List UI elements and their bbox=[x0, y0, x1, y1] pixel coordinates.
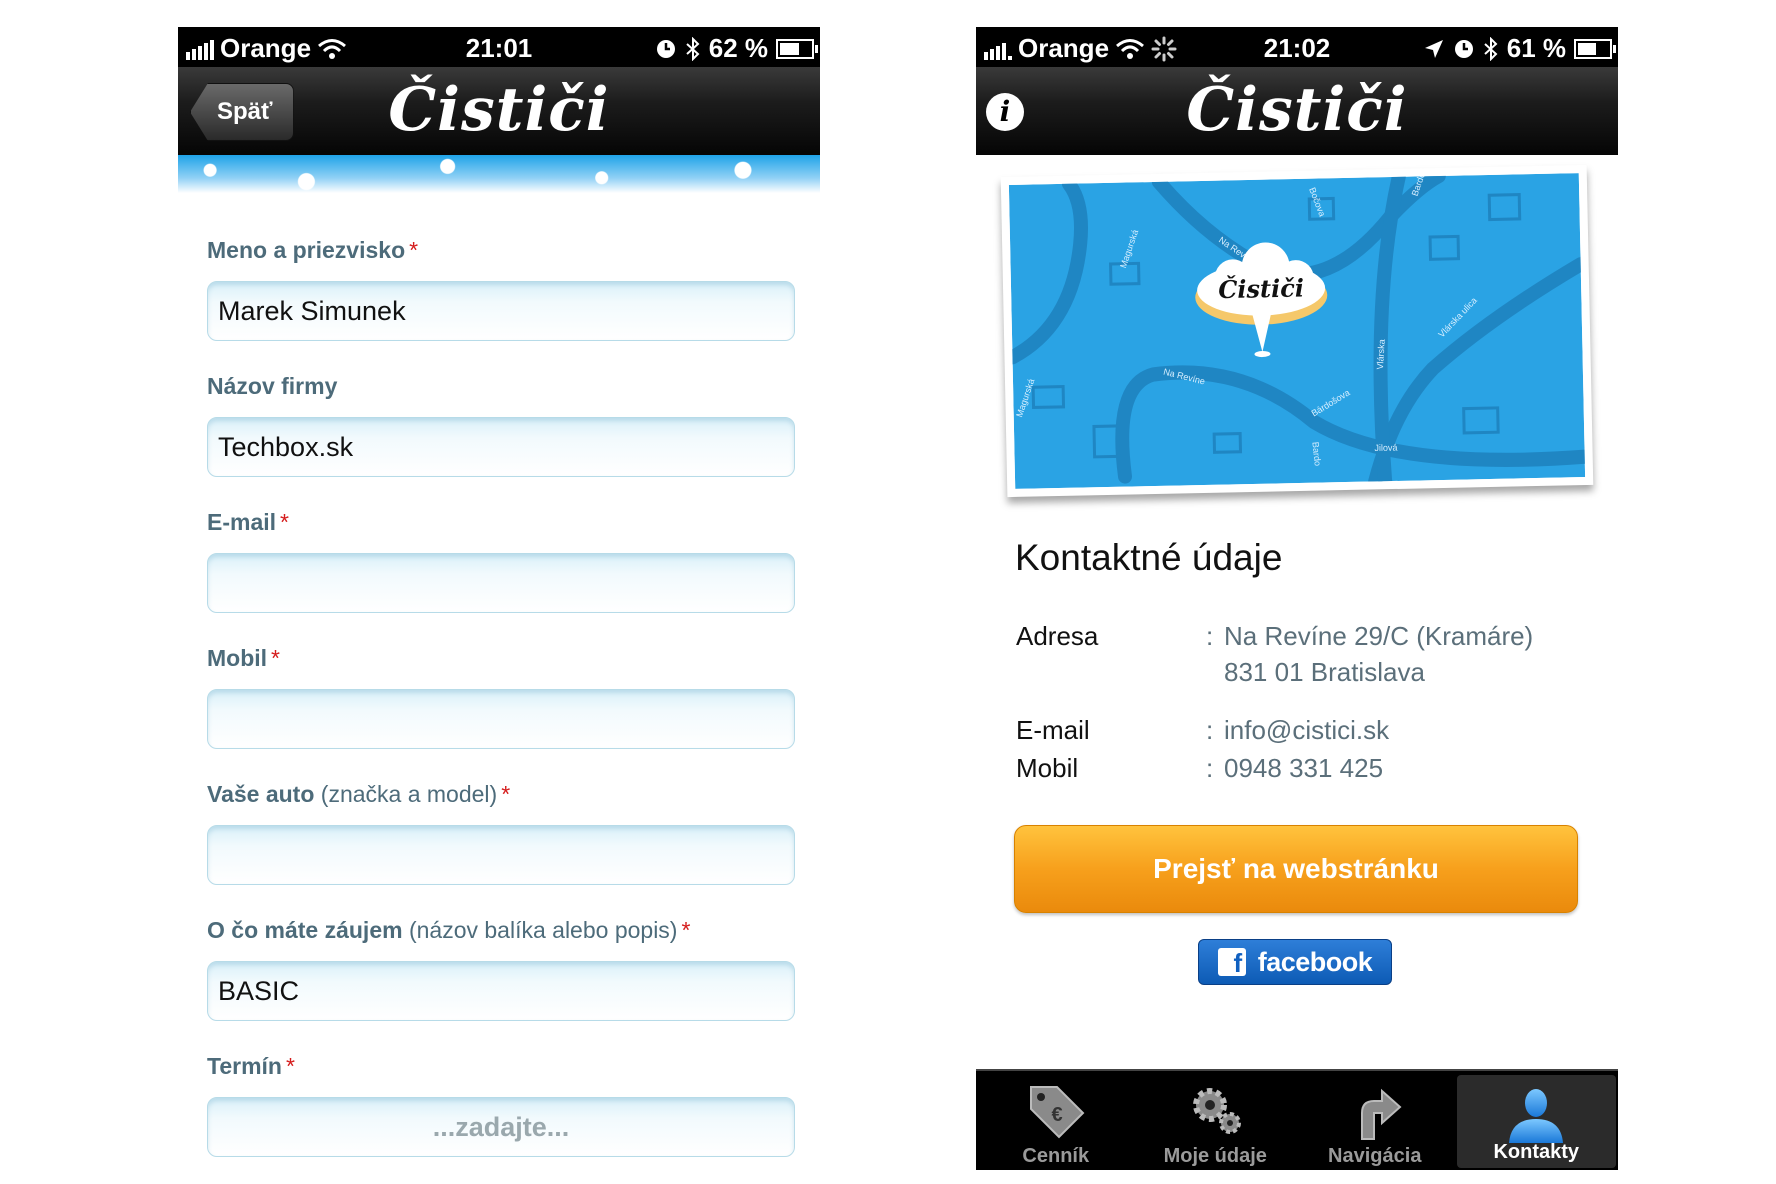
tab-label: Kontakty bbox=[1493, 1141, 1580, 1163]
email-link[interactable]: info@cistici.sk bbox=[1224, 715, 1389, 746]
email-label: E-mail * bbox=[207, 509, 289, 535]
person-icon bbox=[1509, 1089, 1564, 1143]
car-hint: (značka a model) bbox=[320, 781, 498, 807]
car-input[interactable] bbox=[207, 825, 795, 885]
interest-input[interactable] bbox=[207, 961, 795, 1021]
location-arrow-icon bbox=[1424, 39, 1443, 58]
battery-icon bbox=[1574, 38, 1616, 59]
app-logo: Čističi bbox=[1186, 75, 1408, 145]
phone-link[interactable]: 0948 331 425 bbox=[1224, 753, 1383, 784]
bluetooth-icon bbox=[1484, 36, 1498, 61]
svg-text:€: € bbox=[1051, 1104, 1062, 1126]
price-tag-icon: € bbox=[1029, 1086, 1085, 1139]
tab-bar: € Cenník Moje údaje Navigácia Kontakty bbox=[976, 1069, 1618, 1170]
order-form: Meno a priezvisko* Názov firmy E-mail* M… bbox=[207, 237, 797, 1170]
tab-pricelist[interactable]: € Cenník bbox=[976, 1071, 1136, 1170]
facebook-label: facebook bbox=[1257, 946, 1373, 977]
address-line-2: 831 01 Bratislava bbox=[1224, 657, 1425, 687]
separator: : bbox=[1206, 715, 1214, 745]
name-input[interactable] bbox=[207, 281, 795, 341]
tab-label: Navigácia bbox=[1328, 1145, 1422, 1167]
facebook-icon: f bbox=[1217, 948, 1246, 978]
required-mark: * bbox=[285, 1053, 295, 1079]
alarm-clock-icon bbox=[1454, 39, 1473, 58]
gears-icon bbox=[1193, 1088, 1242, 1134]
company-input[interactable] bbox=[207, 417, 795, 477]
status-bar: Orange 21:02 61 % bbox=[976, 27, 1618, 67]
navigation-bar: i Čističi bbox=[976, 67, 1618, 155]
app-logo: Čističi bbox=[388, 75, 610, 145]
address-label: Adresa bbox=[1016, 621, 1099, 651]
right-phone-screen: Orange 21:02 61 % i Čističi Magurská Na … bbox=[976, 27, 1618, 1170]
company-label: Názov firmy bbox=[207, 373, 338, 399]
battery-icon bbox=[776, 38, 818, 59]
bluetooth-icon bbox=[686, 36, 700, 61]
tab-label: Moje údaje bbox=[1163, 1145, 1267, 1167]
email-input[interactable] bbox=[207, 553, 795, 613]
map-logo-text: Čističi bbox=[1218, 273, 1304, 304]
visit-website-button[interactable]: Prejsť na webstránku bbox=[1014, 825, 1578, 913]
location-map[interactable]: Magurská Na Revíne Bočova Bardo Magurská… bbox=[1000, 164, 1594, 498]
separator: : bbox=[1206, 621, 1214, 651]
status-bar: Orange 21:01 62 % bbox=[178, 27, 820, 67]
mobile-label: Mobil * bbox=[207, 645, 280, 671]
required-mark: * bbox=[271, 645, 280, 671]
required-mark: * bbox=[280, 509, 289, 535]
interest-hint: (názov balíka alebo popis) bbox=[408, 917, 678, 943]
tab-navigation[interactable]: Navigácia bbox=[1295, 1071, 1455, 1170]
mobile-label: Mobil bbox=[1016, 753, 1079, 783]
map-graphic: Magurská Na Revíne Bočova Bardo Magurská… bbox=[1008, 173, 1586, 489]
street-label: Vlárska bbox=[1375, 338, 1387, 370]
tab-my-details[interactable]: Moje údaje bbox=[1136, 1071, 1296, 1170]
facebook-button[interactable]: f facebook bbox=[1198, 939, 1392, 985]
separator: : bbox=[1206, 753, 1214, 783]
turn-arrow-icon bbox=[1360, 1088, 1402, 1140]
left-phone-screen: Orange 21:01 62 % Späť Čističi Meno a pr… bbox=[178, 27, 820, 1170]
term-label: Termín * bbox=[207, 1053, 295, 1079]
street-label: Jilová bbox=[1374, 442, 1398, 453]
interest-label: O čo máte záujem (názov balíka alebo pop… bbox=[207, 917, 691, 943]
navigation-bar: Späť Čističi bbox=[178, 67, 820, 155]
car-label: Vaše auto (značka a model) * bbox=[207, 781, 511, 807]
battery-percent: 61 % bbox=[1506, 33, 1566, 63]
required-mark: * bbox=[409, 237, 419, 263]
address-line-1: Na Revíne 29/C (Kramáre) bbox=[1224, 621, 1534, 651]
alarm-clock-icon bbox=[656, 39, 675, 58]
name-label: Meno a priezvisko * bbox=[207, 237, 419, 263]
mobile-input[interactable] bbox=[207, 689, 795, 749]
tab-contacts[interactable]: Kontakty bbox=[1456, 1075, 1616, 1168]
required-mark: * bbox=[501, 781, 511, 807]
email-label: E-mail bbox=[1016, 715, 1090, 745]
water-splash-decoration bbox=[178, 155, 820, 193]
contacts-heading: Kontaktné údaje bbox=[1015, 537, 1283, 578]
required-mark: * bbox=[681, 917, 691, 943]
battery-percent: 62 % bbox=[708, 33, 768, 63]
tab-label: Cenník bbox=[1022, 1145, 1090, 1167]
term-picker[interactable] bbox=[207, 1097, 795, 1157]
